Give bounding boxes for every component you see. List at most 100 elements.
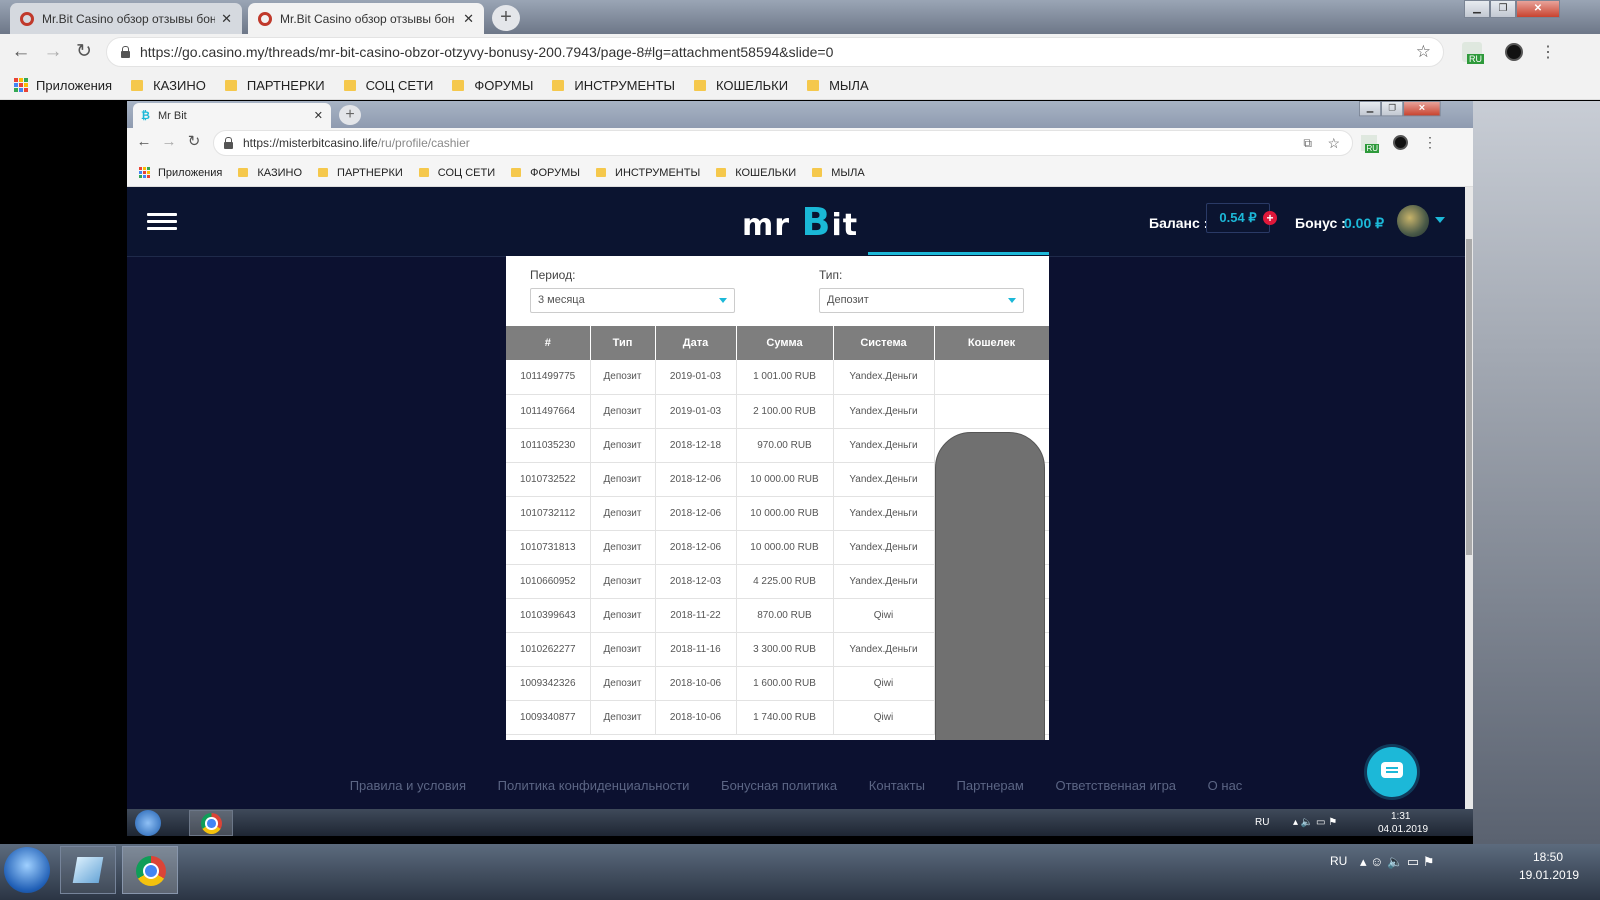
bookmark-apps[interactable]: Приложения	[139, 167, 222, 179]
folder-icon	[452, 79, 465, 91]
footer-link[interactable]: Партнерам	[957, 778, 1024, 793]
cell-amount: 1 740.00 RUB	[736, 700, 834, 735]
footer-link[interactable]: Бонусная политика	[721, 778, 837, 793]
mrbit-logo[interactable]: mr Bit	[742, 200, 858, 244]
cell-type: Депозит	[590, 530, 656, 565]
footer-link[interactable]: Правила и условия	[350, 778, 466, 793]
taskbar-chrome-button[interactable]	[122, 846, 178, 894]
close-tab-icon[interactable]: ✕	[221, 11, 232, 27]
close-tab-icon[interactable]: ✕	[463, 11, 474, 27]
outer-tab-1[interactable]: Mr.Bit Casino обзор отзывы бон ✕	[10, 3, 242, 34]
bookmark-folder[interactable]: ФОРУМЫ	[452, 78, 533, 93]
windows-start-icon[interactable]	[4, 847, 50, 893]
live-chat-button[interactable]	[1367, 747, 1417, 797]
bookmark-folder[interactable]: ПАРТНЕРКИ	[318, 167, 403, 179]
bookmark-folder[interactable]: КАЗИНО	[131, 78, 206, 93]
cell-id: 1010732112	[506, 496, 591, 531]
bookmark-folder[interactable]: КОШЕЛЬКИ	[693, 77, 789, 93]
close-window-button[interactable]: ✕	[1403, 101, 1441, 117]
bookmark-folder[interactable]: ПАРТНЕРКИ	[224, 78, 325, 93]
bookmark-folder[interactable]: СОЦ СЕТИ	[418, 167, 495, 179]
user-avatar[interactable]	[1397, 205, 1429, 237]
bookmark-apps[interactable]: Приложения	[14, 78, 112, 93]
minimize-button[interactable]: ▁	[1359, 101, 1382, 117]
back-button[interactable]: ←	[10, 41, 32, 63]
deposit-plus-button[interactable]: +	[1263, 211, 1277, 225]
bookmark-folder[interactable]: ИНСТРУМЕНТЫ	[552, 78, 675, 93]
bookmark-star-icon[interactable]: ☆	[1327, 135, 1340, 152]
bookmark-folder[interactable]: ИНСТРУМЕНТЫ	[596, 167, 700, 179]
footer-link[interactable]: Контакты	[869, 778, 925, 793]
bookmark-folder[interactable]: МЫЛА	[812, 167, 865, 179]
extension-ru-icon[interactable]: RU	[1361, 135, 1379, 153]
folder-icon	[418, 168, 429, 177]
taskbar-notepad-button[interactable]	[60, 846, 116, 894]
extension-ru-icon[interactable]: RU	[1462, 42, 1484, 64]
cell-system: Yandex.Деньги	[833, 632, 935, 667]
menu-kebab-icon[interactable]: ⋮	[1540, 42, 1556, 62]
type-select[interactable]: Депозит	[819, 288, 1024, 313]
close-window-button[interactable]: ✕	[1516, 0, 1560, 18]
tray-icons[interactable]: ▴ 🔈 ▭ ⚑	[1293, 817, 1337, 828]
back-button[interactable]: ←	[133, 131, 155, 153]
new-tab-button[interactable]: +	[492, 5, 520, 31]
owl-extension-icon[interactable]	[1393, 135, 1408, 150]
col-header-type: Тип	[590, 326, 656, 360]
outer-tab-2[interactable]: Mr.Bit Casino обзор отзывы бон ✕	[248, 3, 484, 34]
forward-button[interactable]: →	[158, 131, 180, 153]
cell-date: 2018-11-22	[655, 598, 737, 633]
lock-icon	[121, 45, 130, 58]
notepad-icon	[72, 857, 104, 883]
bookmark-folder[interactable]: МЫЛА	[807, 78, 869, 93]
reload-button[interactable]: ↻	[73, 41, 95, 63]
close-tab-icon[interactable]: ✕	[314, 109, 323, 122]
footer-link[interactable]: Политика конфиденциальности	[498, 778, 690, 793]
bookmark-star-icon[interactable]: ☆	[1416, 42, 1431, 62]
translate-icon[interactable]: ⧉	[1303, 136, 1312, 151]
inner-new-tab-button[interactable]: +	[339, 105, 361, 125]
maximize-button[interactable]: ❐	[1490, 0, 1516, 18]
bookmark-label: ФОРУМЫ	[530, 166, 581, 179]
cell-type: Депозит	[590, 666, 656, 701]
table-row: 1011499775 Депозит 2019-01-03 1 001.00 RUB Y…	[506, 360, 1049, 395]
minimize-button[interactable]: ▁	[1464, 0, 1490, 18]
outer-address-bar[interactable]: https://go.casino.my/threads/mr-bit-casi…	[106, 37, 1444, 67]
forward-button[interactable]: →	[42, 41, 64, 63]
cell-type: Депозит	[590, 462, 656, 497]
cell-id: 1010732522	[506, 462, 591, 497]
tray-icons[interactable]: ▴ ☺ 🔈 ▭ ⚑	[1360, 854, 1434, 870]
menu-kebab-icon[interactable]: ⋮	[1423, 134, 1437, 151]
hamburger-menu-icon[interactable]	[147, 213, 177, 230]
cell-amount: 970.00 RUB	[736, 428, 834, 463]
chevron-down-icon[interactable]	[1435, 217, 1445, 223]
mrbit-favicon-icon: ₿	[141, 109, 150, 122]
tray-language[interactable]: RU	[1330, 854, 1347, 868]
windows-start-icon[interactable]	[135, 810, 161, 836]
cell-id: 1011035230	[506, 428, 591, 463]
cell-type: Депозит	[590, 700, 656, 735]
scrollbar-thumb[interactable]	[1466, 239, 1472, 555]
bookmark-label: КОШЕЛЬКИ	[715, 77, 789, 93]
bookmark-folder[interactable]: СОЦ СЕТИ	[343, 78, 433, 93]
bookmark-folder[interactable]: КОШЕЛЬКИ	[716, 167, 796, 179]
taskbar-chrome-button[interactable]	[189, 810, 233, 836]
windows-taskbar: RU ▴ ☺ 🔈 ▭ ⚑ 18:50 19.01.2019	[0, 844, 1600, 900]
footer-link[interactable]: О нас	[1208, 778, 1243, 793]
reload-button[interactable]: ↻	[183, 131, 205, 153]
period-select[interactable]: 3 месяца	[530, 288, 735, 313]
tray-language[interactable]: RU	[1255, 817, 1269, 828]
bookmark-folder[interactable]: ФОРУМЫ	[511, 167, 580, 179]
page-scrollbar[interactable]	[1465, 187, 1473, 809]
bookmark-folder[interactable]: КАЗИНО	[238, 167, 302, 179]
inner-address-bar[interactable]: https://misterbitcasino.life /ru/profile…	[213, 130, 1353, 156]
maximize-button[interactable]: ❐	[1381, 101, 1404, 117]
footer-link[interactable]: Ответственная игра	[1055, 778, 1176, 793]
cell-system: Yandex.Деньги	[833, 530, 935, 565]
outer-tab-2-title: Mr.Bit Casino обзор отзывы бон	[280, 11, 455, 26]
apps-grid-icon	[139, 167, 150, 178]
cell-wallet	[934, 394, 1049, 429]
owl-extension-icon[interactable]	[1505, 43, 1523, 61]
outer-url: https://go.casino.my/threads/mr-bit-casi…	[140, 44, 834, 60]
tray-time: 18:50	[1533, 850, 1564, 864]
inner-tab[interactable]: ₿ Mr Bit ✕	[133, 103, 331, 128]
